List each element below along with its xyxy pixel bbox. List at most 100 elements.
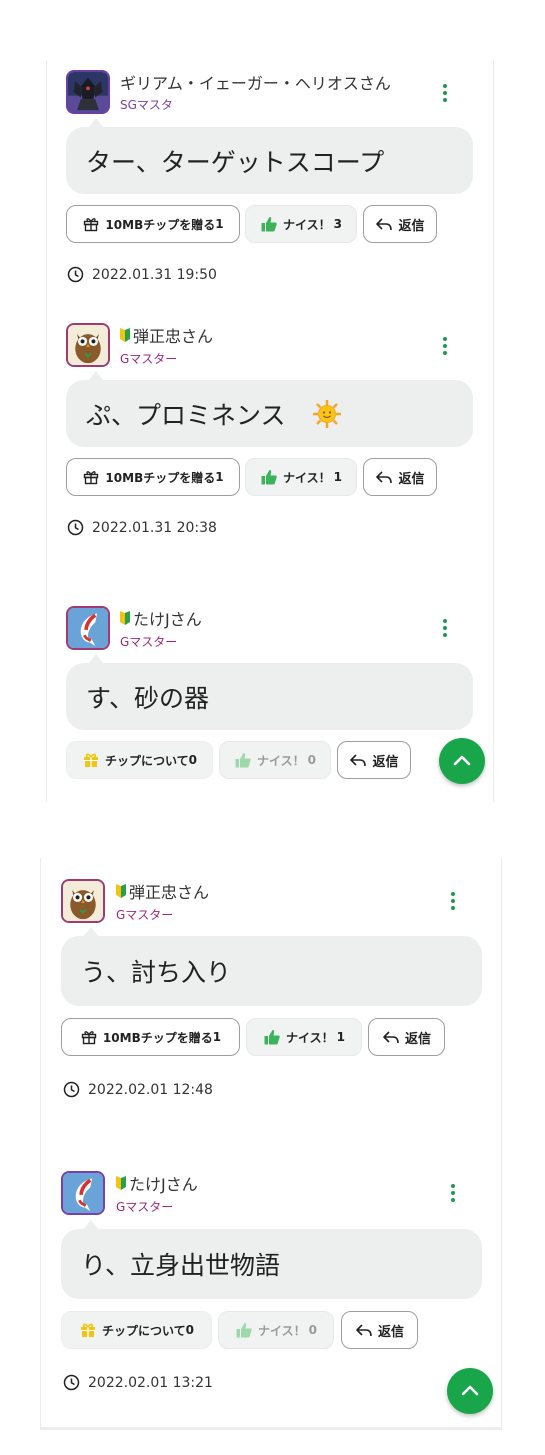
timestamp-text: 2022.01.31 19:50 [92,266,217,283]
nice-count: 0 [308,1323,317,1337]
tip-count: 0 [185,1323,194,1337]
post-timestamp: 2022.01.31 20:38 [67,519,217,536]
reply-button[interactable]: 返信 [368,1018,445,1056]
beginner-mark-icon [119,610,131,626]
sun-emoji-icon [312,399,342,429]
kebab-menu-icon[interactable] [448,890,458,912]
user-name[interactable]: たけJさん [119,606,202,630]
nice-button[interactable]: ナイス！ 1 [246,1018,362,1056]
message-bubble: ぷ、プロミネンス [66,371,473,447]
beginner-mark-icon [115,1175,127,1191]
post-timestamp: 2022.02.01 13:21 [63,1374,213,1391]
user-avatar[interactable] [66,606,110,650]
nice-button[interactable]: ナイス！ 1 [245,458,357,496]
gift-icon [82,751,100,769]
user-name[interactable]: たけJさん [115,1171,198,1195]
kebab-menu-icon[interactable] [440,335,450,357]
message-text: す、砂の器 [86,683,210,713]
nice-button[interactable]: ナイス！ 3 [245,205,357,243]
kebab-menu-icon[interactable] [440,617,450,639]
reply-arrow-icon [349,751,367,769]
timestamp-text: 2022.01.31 20:38 [92,519,217,536]
user-rank: Gマスター [120,352,178,366]
reply-label: 返信 [398,471,425,487]
nice-count: 3 [333,217,342,231]
message-text: う、討ち入り [81,958,232,987]
tip-count: 1 [215,470,224,484]
chevron-up-icon [461,1385,479,1396]
message-bubble: す、砂の器 [66,654,473,730]
user-name[interactable]: ギリアム・イェーガー・ヘリオスさん [120,70,391,94]
user-avatar[interactable] [66,70,110,114]
send-tip-button[interactable]: 10MBチップを贈る 1 [66,205,240,243]
user-avatar[interactable] [66,323,110,367]
scroll-to-top-button[interactable] [447,1368,493,1414]
tip-info-button[interactable]: チップについて 0 [66,741,213,779]
tip-count: 1 [212,1030,222,1044]
thumbs-up-icon [260,215,278,233]
reply-arrow-icon [382,1028,400,1046]
gift-icon [82,215,100,233]
kebab-menu-icon[interactable] [440,82,450,104]
thumbs-up-icon [260,468,278,486]
nice-label: ナイス！ [283,470,331,485]
user-name-text: たけJさん [133,610,202,629]
nice-button[interactable]: ナイス！ 0 [218,1311,334,1349]
user-avatar[interactable] [61,879,105,923]
beginner-mark-icon [115,883,127,899]
nice-count: 0 [307,753,316,767]
tip-info-button[interactable]: チップについて 0 [61,1311,212,1349]
tip-count: 0 [188,753,197,767]
nice-label: ナイス！ [283,217,331,232]
reply-button[interactable]: 返信 [337,741,411,779]
user-name[interactable]: 弾正忠さん [119,323,213,347]
user-rank: SGマスタ [120,98,173,112]
thumbs-up-icon [235,1321,253,1339]
tip-label: チップについて [101,1323,186,1338]
owl-avatar-icon [63,881,103,921]
timestamp-text: 2022.02.01 13:21 [88,1374,213,1391]
nice-count: 1 [333,470,342,484]
clock-icon [63,1081,80,1098]
tip-label: 10MBチップを贈る [102,1030,213,1045]
gift-icon [80,1028,98,1046]
user-rank: Gマスター [116,1200,174,1214]
reply-button[interactable]: 返信 [341,1311,418,1349]
reply-arrow-icon [375,215,393,233]
message-bubble: ター、ターゲットスコープ [66,118,473,194]
user-rank: Gマスター [120,635,178,649]
chevron-up-icon [453,755,471,766]
koi-fish-avatar-icon [63,1173,103,1213]
nice-count: 1 [336,1030,345,1044]
send-tip-button[interactable]: 10MBチップを贈る 1 [66,458,240,496]
tip-count: 1 [215,217,224,231]
message-text: り、立身出世物語 [81,1251,281,1280]
thumbs-up-icon [263,1028,281,1046]
scroll-to-top-button[interactable] [439,738,485,784]
message-bubble: り、立身出世物語 [61,1220,482,1299]
gift-icon [79,1321,97,1339]
owl-avatar-icon [68,325,108,365]
user-name-text: 弾正忠さん [133,327,214,346]
robot-avatar-icon [68,72,108,112]
user-name-text: 弾正忠さん [129,883,210,902]
user-name-text: たけJさん [129,1175,198,1194]
reply-label: 返信 [398,218,425,234]
kebab-menu-icon[interactable] [448,1182,458,1204]
post-timestamp: 2022.01.31 19:50 [67,266,217,283]
user-name[interactable]: 弾正忠さん [115,879,209,903]
clock-icon [67,519,84,536]
reply-label: 返信 [404,1031,431,1047]
user-avatar[interactable] [61,1171,105,1215]
tip-label: 10MBチップを贈る [105,470,216,485]
reply-button[interactable]: 返信 [363,205,437,243]
koi-fish-avatar-icon [68,608,108,648]
gift-icon [82,468,100,486]
nice-button[interactable]: ナイス！ 0 [219,741,331,779]
send-tip-button[interactable]: 10MBチップを贈る 1 [61,1018,240,1056]
reply-arrow-icon [375,468,393,486]
reply-button[interactable]: 返信 [363,458,437,496]
timestamp-text: 2022.02.01 12:48 [88,1081,213,1098]
message-text: ター、ターゲットスコープ [86,147,385,177]
user-rank: Gマスター [116,908,174,922]
